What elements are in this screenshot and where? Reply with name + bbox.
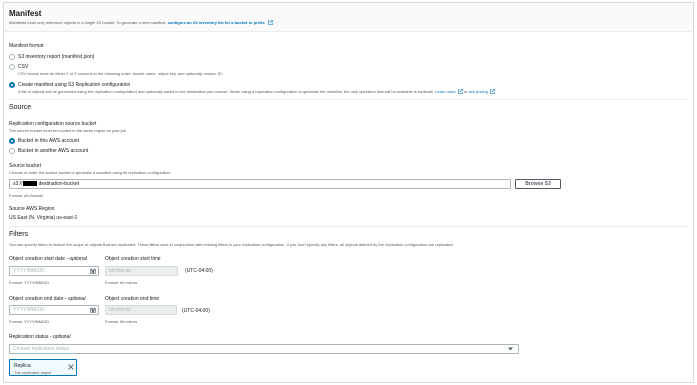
token-label: Replica <box>14 363 31 369</box>
end-date-label: Object creation end date - optional <box>9 296 86 302</box>
token-description: The replicated object <box>14 370 52 375</box>
start-date-input[interactable]: YYYY/MM/DD <box>9 266 99 276</box>
csv-description: CSV format must be either 2 or 3 columns… <box>18 71 223 76</box>
manifest-description: Manifests must only reference objects in… <box>9 20 273 25</box>
end-date-format-hint: Format: YYYY/MM/DD <box>9 319 50 324</box>
start-time-format-hint: Format: hh:mm:ss <box>105 280 138 285</box>
end-timezone: (UTC-04:00) <box>182 308 210 314</box>
start-time-label: Object creation start time <box>105 256 161 262</box>
manifest-format-radio-replication[interactable] <box>9 82 15 88</box>
replica-token: Replica The replicated object <box>9 359 77 376</box>
end-time-format-hint: Format: hh:mm:ss <box>105 319 138 324</box>
manifest-format-label: Manifest format <box>9 43 44 49</box>
filters-title: Filters <box>9 231 29 238</box>
dropdown-caret-icon[interactable] <box>508 347 513 351</box>
external-link-icon[interactable] <box>267 20 273 25</box>
source-bucket-input[interactable]: s3://destination-bucket <box>9 179 511 189</box>
filters-description: You can specify filters to reduce the sc… <box>9 242 454 247</box>
replication-option-description: A list of objects will be generated usin… <box>18 89 495 94</box>
calendar-icon[interactable] <box>90 268 96 274</box>
external-link-icon[interactable] <box>457 89 463 94</box>
start-date-label: Object creation start date - optional <box>9 256 87 262</box>
replication-status-label: Replication status - optional <box>9 334 71 340</box>
external-link-icon[interactable] <box>489 89 495 94</box>
section-divider <box>9 226 688 227</box>
replication-status-select[interactable]: Choose replication status <box>9 344 519 354</box>
source-radio-this-account[interactable] <box>9 138 15 144</box>
manifest-format-option-label[interactable]: Create manifest using S3 Replication con… <box>18 82 130 88</box>
source-title: Source <box>9 104 32 111</box>
manifest-format-radio-csv[interactable] <box>9 64 15 70</box>
manifest-title: Manifest <box>9 9 42 18</box>
end-date-input[interactable]: YYYY/MM/DD <box>9 305 99 315</box>
replication-source-description: The source bucket must be located in the… <box>9 128 128 133</box>
source-region-value: US East (N. Virginia) us-east-1 <box>9 215 78 221</box>
source-bucket-description: Choose or enter the source bucket to gen… <box>9 170 172 175</box>
start-date-format-hint: Format: YYYY/MM/DD <box>9 280 50 285</box>
start-time-input[interactable]: hh:mm:ss <box>105 266 178 276</box>
manifest-format-option-label[interactable]: CSV <box>18 64 28 70</box>
inventory-list-link[interactable]: configure an S3 inventory list for a buc… <box>168 20 265 25</box>
see-pricing-link[interactable]: see pricing <box>468 89 487 94</box>
close-icon[interactable] <box>68 364 74 370</box>
source-radio-another-account[interactable] <box>9 148 15 154</box>
end-time-label: Object creation end time <box>105 296 160 302</box>
start-timezone: (UTC-04:00) <box>185 268 213 274</box>
end-time-input[interactable]: hh:mm:ss <box>105 305 177 315</box>
browse-s3-button[interactable]: Browse S3 <box>515 179 561 189</box>
source-bucket-label: Source bucket <box>9 163 41 169</box>
redacted-text <box>23 181 38 186</box>
section-divider <box>9 99 688 100</box>
manifest-header: Manifest Manifests must only reference o… <box>4 3 693 32</box>
source-option-label[interactable]: Bucket in this AWS account <box>18 138 79 144</box>
replication-source-label: Replication configuration source bucket <box>9 121 97 127</box>
source-region-label: Source AWS Region <box>9 206 55 212</box>
source-option-label[interactable]: Bucket in another AWS account <box>18 148 88 154</box>
calendar-icon[interactable] <box>90 307 96 313</box>
manifest-format-radio-inventory[interactable] <box>9 54 15 60</box>
manifest-settings-panel: Manifest Manifests must only reference o… <box>3 2 694 383</box>
manifest-format-option-label[interactable]: S3 inventory report (manifest.json) <box>18 54 94 60</box>
source-bucket-format-hint: Format: s3://bucket <box>9 193 44 198</box>
learn-more-link[interactable]: Learn more <box>435 89 455 94</box>
